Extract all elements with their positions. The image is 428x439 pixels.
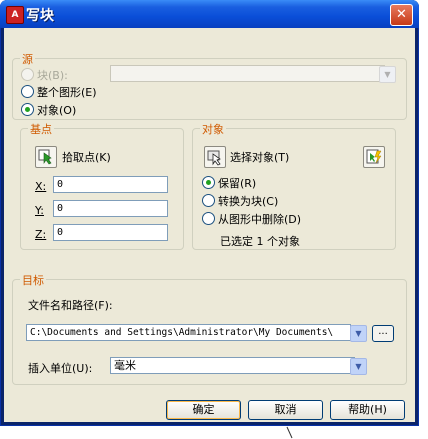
pick-point-button[interactable] bbox=[35, 146, 57, 168]
objects-group-title: 对象 bbox=[200, 121, 226, 137]
convert-to-block-label[interactable]: 转换为块(C) bbox=[218, 193, 278, 209]
chevron-down-icon: ▼ bbox=[384, 70, 391, 79]
objects-radio-label[interactable]: 对象(O) bbox=[37, 102, 76, 118]
insert-units-label: 插入单位(U): bbox=[28, 362, 93, 375]
base-point-group-title: 基点 bbox=[28, 121, 54, 137]
pick-point-label: 拾取点(K) bbox=[62, 151, 111, 164]
quick-select-button[interactable] bbox=[363, 146, 385, 168]
file-path-dropdown[interactable]: ▼ bbox=[350, 325, 367, 342]
y-input[interactable]: 0 bbox=[53, 200, 168, 217]
mouse-cursor bbox=[286, 426, 293, 439]
select-objects-button[interactable] bbox=[204, 146, 226, 168]
browse-button[interactable]: ... bbox=[372, 325, 394, 342]
source-group-title: 源 bbox=[20, 51, 35, 67]
autocad-app-icon: A bbox=[6, 6, 24, 24]
delete-from-drawing-label[interactable]: 从图形中删除(D) bbox=[218, 211, 301, 227]
block-combo-dropdown[interactable]: ▼ bbox=[379, 66, 396, 83]
delete-from-drawing-radio[interactable] bbox=[202, 212, 215, 225]
destination-group-title: 目标 bbox=[20, 272, 46, 288]
file-path-input[interactable]: C:\Documents and Settings\Administrator\… bbox=[26, 324, 351, 341]
insert-units-combo[interactable]: 毫米 bbox=[110, 357, 355, 374]
help-button[interactable]: 帮助(H) bbox=[330, 400, 405, 420]
select-objects-icon bbox=[207, 150, 221, 166]
z-label: Z: bbox=[35, 228, 47, 241]
entire-drawing-radio[interactable] bbox=[21, 85, 34, 98]
objects-radio[interactable] bbox=[21, 103, 34, 116]
close-icon: ✕ bbox=[396, 7, 407, 22]
dialog-title: 写块 bbox=[26, 8, 54, 24]
write-block-dialog: A 写块 ✕ 源 块(B): ▼ 整个图形(E) 对象(O) 基点 拾取点(K)… bbox=[0, 0, 419, 426]
block-name-combo[interactable] bbox=[110, 65, 385, 82]
dialog-body: 源 块(B): ▼ 整个图形(E) 对象(O) 基点 拾取点(K) X: 0 Y… bbox=[4, 28, 415, 422]
file-path-label: 文件名和路径(F): bbox=[28, 299, 113, 312]
close-button[interactable]: ✕ bbox=[390, 4, 413, 26]
cancel-button[interactable]: 取消 bbox=[248, 400, 323, 420]
select-objects-label: 选择对象(T) bbox=[230, 151, 290, 164]
block-radio[interactable] bbox=[21, 68, 34, 81]
chevron-down-icon: ▼ bbox=[355, 362, 362, 371]
retain-radio[interactable] bbox=[202, 176, 215, 189]
insert-units-dropdown[interactable]: ▼ bbox=[350, 358, 367, 375]
pick-point-icon bbox=[38, 149, 52, 165]
convert-to-block-radio[interactable] bbox=[202, 194, 215, 207]
ok-button[interactable]: 确定 bbox=[166, 400, 241, 420]
quick-select-icon bbox=[366, 149, 382, 164]
entire-drawing-label[interactable]: 整个图形(E) bbox=[37, 84, 97, 100]
chevron-down-icon: ▼ bbox=[355, 329, 362, 338]
z-input[interactable]: 0 bbox=[53, 224, 168, 241]
title-bar[interactable]: A 写块 ✕ bbox=[0, 0, 419, 28]
retain-label[interactable]: 保留(R) bbox=[218, 175, 256, 191]
selection-status: 已选定 1 个对象 bbox=[220, 235, 300, 248]
y-label: Y: bbox=[35, 204, 44, 217]
block-radio-label: 块(B): bbox=[37, 69, 68, 82]
x-label: X: bbox=[35, 180, 47, 193]
x-input[interactable]: 0 bbox=[53, 176, 168, 193]
